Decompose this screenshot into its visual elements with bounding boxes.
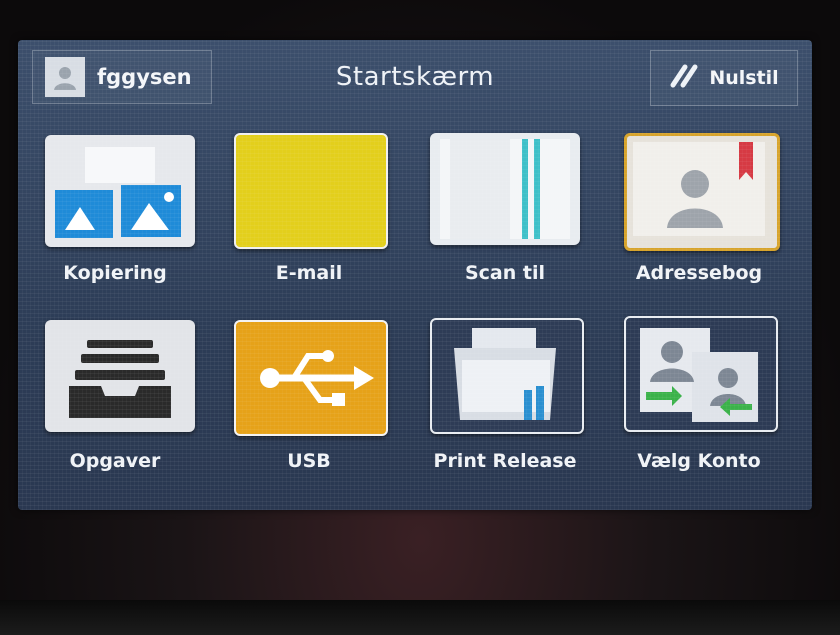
select-account-icon (640, 328, 758, 422)
reset-button[interactable]: Nulstil (650, 50, 798, 106)
copy-icon (55, 147, 181, 238)
reset-icon (669, 63, 701, 93)
device-bottom-edge (0, 600, 840, 635)
reset-label: Nulstil (709, 67, 779, 89)
select-account-label: Vælg Konto (637, 450, 761, 472)
copy-tile[interactable] (45, 135, 195, 247)
scan-icon (440, 139, 570, 239)
scan-tile[interactable] (430, 133, 580, 245)
print-release-icon (454, 328, 556, 420)
jobs-tile[interactable] (45, 320, 195, 432)
email-icon (236, 135, 386, 247)
address-book-tile[interactable] (624, 133, 780, 251)
address-book-label: Adressebog (635, 262, 763, 284)
jobs-icon (69, 340, 171, 418)
address-book-icon (633, 142, 765, 236)
email-label: E-mail (275, 262, 343, 284)
print-release-tile[interactable] (430, 318, 584, 434)
print-release-label: Print Release (433, 450, 577, 472)
touch-screen: fggysen Startskærm Nulstil Kopiering E-m… (18, 40, 812, 510)
email-tile[interactable] (234, 133, 388, 249)
usb-label: USB (287, 450, 331, 472)
scan-label: Scan til (464, 262, 546, 284)
jobs-label: Opgaver (69, 450, 161, 472)
copy-label: Kopiering (63, 262, 167, 284)
header-bar: fggysen Startskærm Nulstil (18, 40, 812, 120)
usb-tile[interactable] (234, 320, 388, 436)
select-account-tile[interactable] (624, 316, 778, 432)
usb-icon (260, 350, 374, 406)
